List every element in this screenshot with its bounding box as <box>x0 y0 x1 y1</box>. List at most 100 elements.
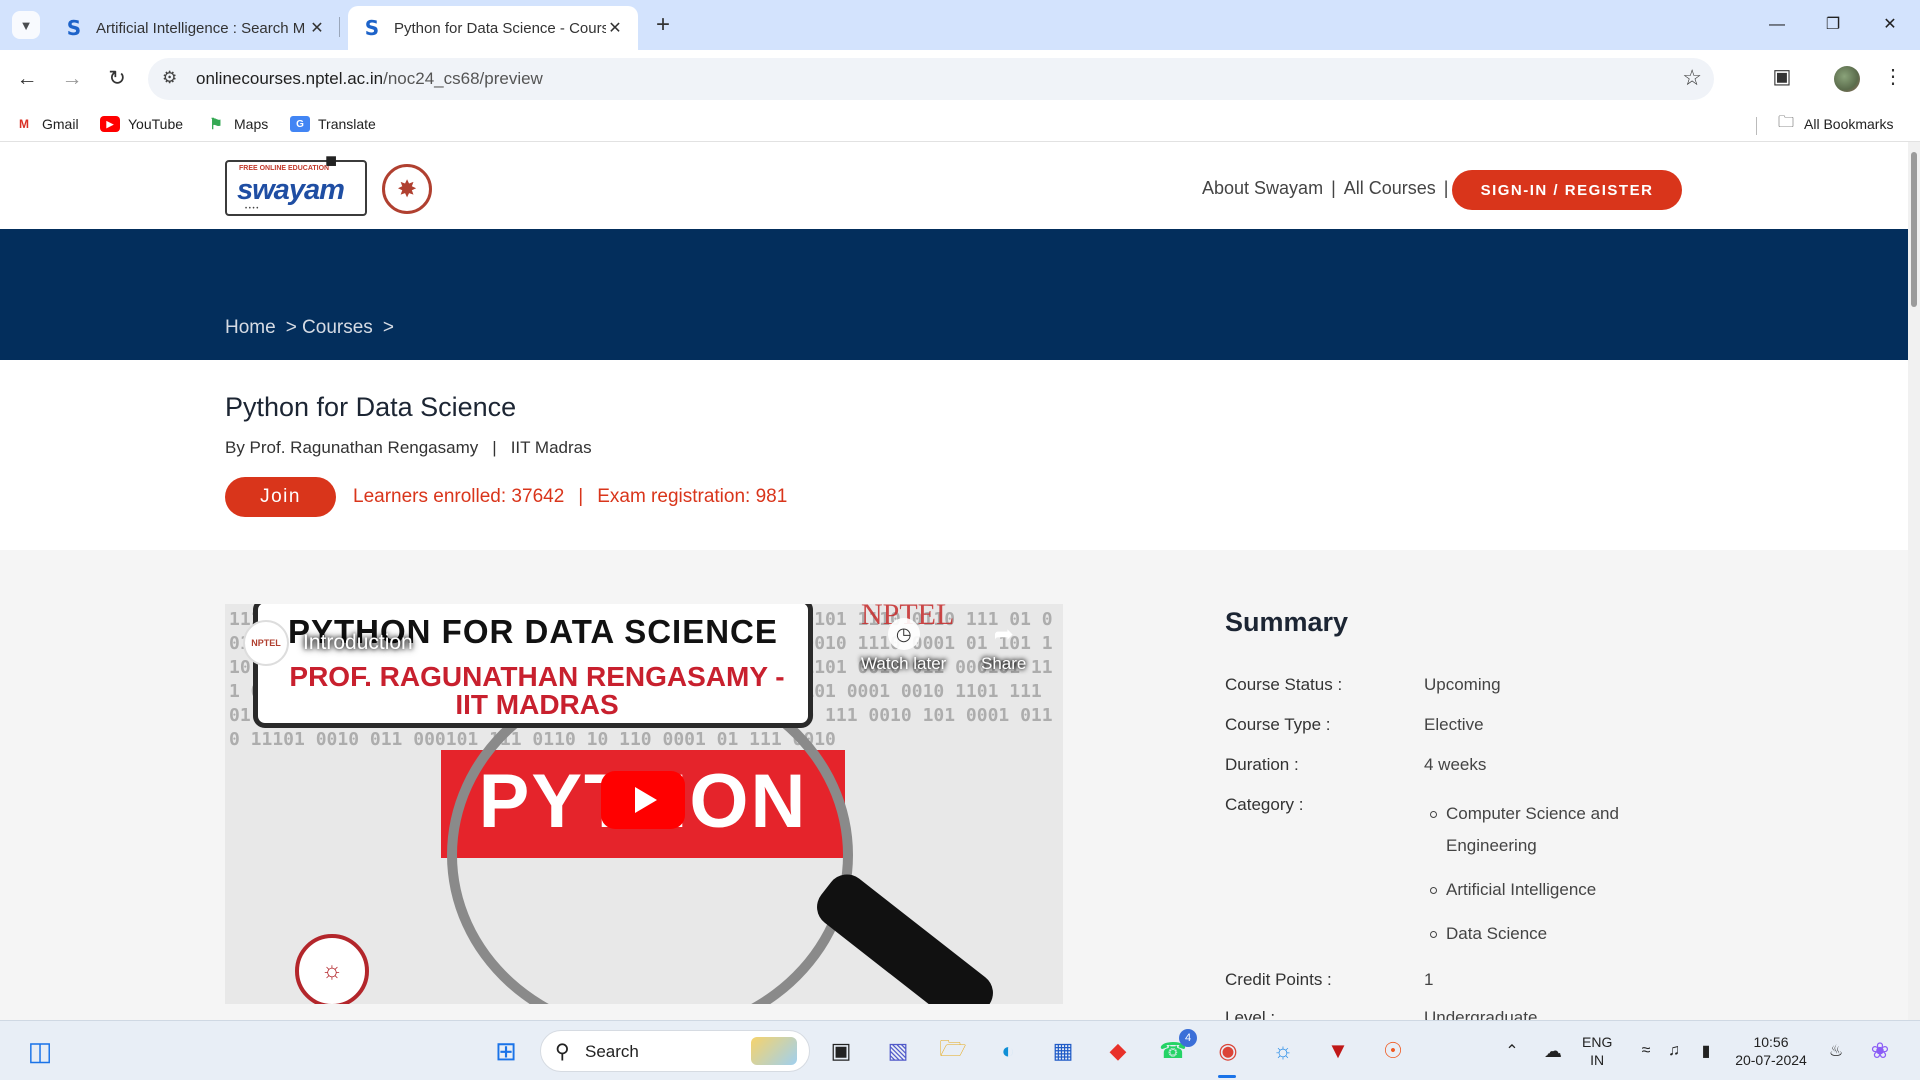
taskbar-search-box[interactable]: ⚲ Search <box>540 1030 810 1072</box>
edge-beta-icon[interactable]: ☼ <box>1265 1033 1301 1069</box>
summary-value-status: Upcoming <box>1424 675 1501 694</box>
logo-wordmark: swayam <box>237 174 345 206</box>
share-button[interactable]: ➦ Share <box>981 618 1026 674</box>
logo-subtext: • • • • <box>245 206 259 212</box>
search-highlight-image <box>751 1037 797 1065</box>
file-explorer-icon[interactable]: 🗁 <box>935 1033 971 1069</box>
browser-toolbar: ← → ↻ ⚙ onlinecourses.nptel.ac.in/noc24_… <box>0 50 1920 108</box>
profile-avatar[interactable] <box>1834 66 1860 92</box>
video-header: NPTEL Introduction <box>243 620 413 666</box>
instructor-name: By Prof. Ragunathan Rengasamy <box>225 438 479 457</box>
chrome-icon[interactable]: ◉ <box>1210 1033 1246 1069</box>
notification-bell-icon[interactable]: ♨ <box>1818 1033 1854 1069</box>
bookmark-maps[interactable]: ⚑ Maps <box>206 116 269 133</box>
close-window-button[interactable]: ✕ <box>1875 10 1905 40</box>
breadcrumb-courses[interactable]: > Courses <box>286 317 373 339</box>
learners-enrolled: Learners enrolled: 37642 <box>353 486 565 507</box>
whatsapp-icon[interactable]: ☎ 4 <box>1155 1029 1197 1069</box>
logo-tagline: FREE ONLINE EDUCATION <box>239 165 330 172</box>
summary-label-category: Category : <box>1225 795 1304 814</box>
category-item: Artificial Intelligence <box>1430 874 1670 906</box>
extensions-puzzle-icon[interactable]: ▣ <box>1767 64 1797 89</box>
translate-icon: G <box>290 116 310 132</box>
bookmark-star-icon[interactable]: ☆ <box>1682 65 1702 91</box>
sign-in-register-button[interactable]: SIGN-IN / REGISTER <box>1452 170 1682 210</box>
play-button[interactable] <box>601 771 685 829</box>
url-text[interactable]: onlinecourses.nptel.ac.in/noc24_cs68/pre… <box>196 69 543 89</box>
start-windows-icon[interactable]: ⊞ <box>488 1033 524 1069</box>
teams-icon[interactable]: ▧ <box>880 1033 916 1069</box>
summary-value-level: Undergraduate <box>1424 1008 1538 1020</box>
top-navigation: About Swayam | All Courses | <box>1202 178 1456 199</box>
tab-artificial-intelligence[interactable]: S Artificial Intelligence : Search M ✕ <box>50 6 340 50</box>
forward-button[interactable]: → <box>57 64 87 94</box>
microsoft-store-icon[interactable]: ▦ <box>1045 1033 1081 1069</box>
stats-separator: | <box>578 486 584 507</box>
minimize-button[interactable]: — <box>1762 10 1792 40</box>
scrollbar-thumb[interactable] <box>1911 152 1917 307</box>
restore-button[interactable]: ❐ <box>1818 10 1848 40</box>
youtube-icon: ▶ <box>100 116 120 132</box>
institute-name: IIT Madras <box>510 438 592 457</box>
hero-banner: Home > Courses > <box>0 229 1908 360</box>
bookmarks-divider <box>1756 117 1757 135</box>
region-code: IN <box>1590 1052 1605 1068</box>
language-indicator[interactable]: ENG IN <box>1582 1033 1612 1069</box>
nav-separator: | <box>1331 178 1336 198</box>
watch-later-button[interactable]: ◷ Watch later <box>861 618 946 674</box>
join-button[interactable]: Join <box>225 477 336 517</box>
address-bar[interactable]: ⚙ onlinecourses.nptel.ac.in/noc24_cs68/p… <box>148 58 1714 100</box>
bookmark-gmail[interactable]: M Gmail <box>14 116 79 132</box>
maps-icon: ⚑ <box>209 116 223 133</box>
back-button[interactable]: ← <box>12 64 42 94</box>
summary-label-credits: Credit Points : <box>1225 970 1332 989</box>
all-bookmarks[interactable]: 🗀 All Bookmarks <box>1776 114 1893 133</box>
widgets-icon[interactable]: ◫ <box>22 1033 58 1069</box>
nptel-logo[interactable]: ✸ <box>382 164 432 214</box>
new-tab-button[interactable]: + <box>650 12 676 38</box>
edge-icon[interactable]: ◐ <box>990 1033 1026 1069</box>
summary-heading: Summary <box>1225 607 1349 637</box>
brave-icon[interactable]: ☉ <box>1375 1033 1411 1069</box>
bookmark-youtube[interactable]: ▶ YouTube <box>100 116 183 132</box>
summary-label-level: Level : <box>1225 1008 1276 1020</box>
category-list: Computer Science and Engineering Artific… <box>1430 798 1670 962</box>
bookmark-label: Maps <box>234 116 269 132</box>
volume-icon[interactable]: ♫ <box>1656 1033 1692 1069</box>
language-code: ENG <box>1582 1034 1613 1050</box>
nav-all-courses[interactable]: All Courses <box>1344 178 1436 199</box>
menu-kebab-icon[interactable]: ⋮ <box>1878 64 1908 89</box>
clock[interactable]: 10:56 20-07-2024 <box>1726 1033 1816 1069</box>
chevron-up-icon[interactable]: ⌃ <box>1494 1033 1530 1069</box>
bookmark-translate[interactable]: G Translate <box>290 116 376 132</box>
course-info-section: Python for Data Science By Prof. Ragunat… <box>0 360 1908 550</box>
swayam-logo[interactable]: FREE ONLINE EDUCATION swayam ■ • • • • <box>225 150 367 216</box>
close-tab-icon[interactable]: ✕ <box>308 18 326 38</box>
close-tab-icon[interactable]: ✕ <box>606 18 624 38</box>
task-view-icon[interactable]: ▣ <box>823 1033 859 1069</box>
course-video-player[interactable]: 11101 0110 001010 111 0001 101110 0010 1… <box>225 604 1063 1004</box>
iit-madras-seal-icon: ☼ <box>295 934 369 1004</box>
site-header: FREE ONLINE EDUCATION swayam ■ • • • • ✸… <box>0 142 1908 229</box>
gmail-icon: M <box>19 117 29 131</box>
onedrive-cloud-icon[interactable]: ☁ <box>1535 1033 1571 1069</box>
video-title[interactable]: Introduction <box>303 631 413 655</box>
category-item: Computer Science and Engineering <box>1430 798 1670 862</box>
page-scrollbar[interactable] <box>1908 142 1920 1020</box>
summary-label-type: Course Type : <box>1225 715 1331 734</box>
swayam-favicon-icon: S <box>66 16 82 40</box>
watch-later-label: Watch later <box>861 654 947 673</box>
office-icon[interactable]: ◆ <box>1100 1033 1136 1069</box>
breadcrumb-home[interactable]: Home <box>225 317 276 339</box>
channel-avatar[interactable]: NPTEL <box>243 620 289 666</box>
mcafee-icon[interactable]: ▼ <box>1320 1033 1356 1069</box>
taskbar-search-label: Search <box>585 1042 639 1061</box>
graduation-cap-icon: ■ <box>325 150 338 172</box>
copilot-icon[interactable]: ❀ <box>1862 1033 1898 1069</box>
reload-button[interactable]: ↻ <box>102 64 132 94</box>
nav-about-swayam[interactable]: About Swayam <box>1202 178 1323 199</box>
site-info-icon[interactable]: ⚙ <box>162 68 177 88</box>
tab-search-button[interactable]: ▼ <box>12 11 40 39</box>
tab-python-for-data-science[interactable]: S Python for Data Science - Cours ✕ <box>348 6 638 50</box>
battery-icon[interactable]: ▮ <box>1688 1033 1724 1069</box>
